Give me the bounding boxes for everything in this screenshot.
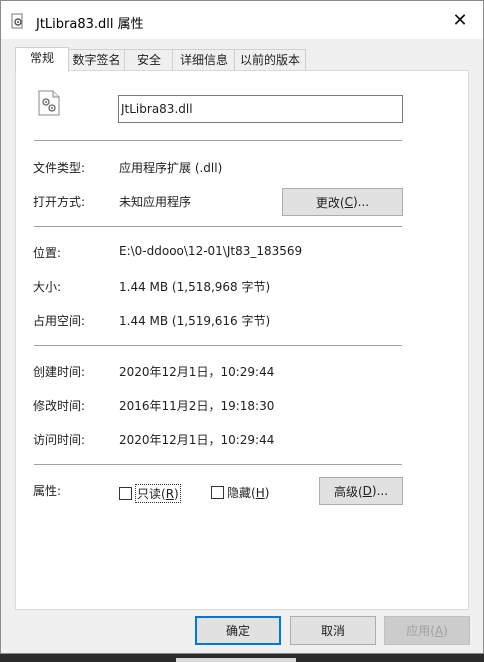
- title-bar[interactable]: JtLibra83.dll 属性 ✕: [1, 1, 483, 39]
- change-button[interactable]: 更改(C)...: [282, 188, 403, 216]
- tab-digital-signatures[interactable]: 数字签名: [67, 49, 126, 71]
- size-on-disk-value: 1.44 MB (1,519,616 字节): [119, 314, 271, 328]
- background-window-edge: [176, 658, 296, 662]
- modified-label: 修改时间:: [33, 399, 86, 413]
- readonly-checkbox[interactable]: 只读(R): [119, 484, 181, 503]
- separator: [34, 464, 402, 465]
- close-icon: ✕: [452, 9, 468, 31]
- hidden-checkbox-label: 隐藏(H): [227, 486, 270, 500]
- created-value: 2020年12月1日，10:29:44: [119, 365, 275, 379]
- opens-with-label: 打开方式:: [33, 195, 86, 209]
- close-button[interactable]: ✕: [437, 1, 483, 39]
- separator: [34, 140, 402, 141]
- size-value: 1.44 MB (1,518,968 字节): [119, 280, 271, 294]
- size-label: 大小:: [33, 280, 62, 294]
- modified-value: 2016年11月2日，19:18:30: [119, 399, 275, 413]
- attributes-label: 属性:: [33, 484, 62, 498]
- hidden-checkbox-box[interactable]: [211, 486, 224, 499]
- separator: [34, 226, 402, 227]
- properties-dialog: JtLibra83.dll 属性 ✕ 常规 数字签名 安全 详细信息 以前的版本…: [0, 0, 484, 654]
- separator: [34, 345, 402, 346]
- dll-file-icon: [38, 90, 60, 116]
- created-label: 创建时间:: [33, 365, 86, 379]
- location-value: E:\0-ddooo\12-01\Jt83_183569: [119, 244, 303, 258]
- size-on-disk-label: 占用空间:: [33, 314, 86, 328]
- apply-button[interactable]: 应用(A): [384, 616, 470, 645]
- readonly-checkbox-box[interactable]: [119, 487, 132, 500]
- tab-general[interactable]: 常规: [15, 47, 69, 72]
- window-title: JtLibra83.dll 属性: [36, 17, 144, 32]
- cancel-button[interactable]: 取消: [290, 616, 376, 645]
- tab-details[interactable]: 详细信息: [172, 49, 236, 71]
- location-label: 位置:: [33, 246, 62, 260]
- accessed-label: 访问时间:: [33, 433, 86, 447]
- advanced-button[interactable]: 高级(D)...: [319, 477, 403, 505]
- tab-security[interactable]: 安全: [124, 49, 174, 71]
- file-type-label: 文件类型:: [33, 161, 86, 175]
- readonly-checkbox-label: 只读(R): [135, 484, 181, 503]
- file-name-input[interactable]: [118, 95, 403, 123]
- file-type-value: 应用程序扩展 (.dll): [119, 161, 223, 175]
- ok-button[interactable]: 确定: [195, 616, 281, 645]
- settings-file-icon: [11, 13, 23, 29]
- accessed-value: 2020年12月1日，10:29:44: [119, 433, 275, 447]
- hidden-checkbox[interactable]: 隐藏(H): [211, 484, 269, 501]
- tab-previous-versions[interactable]: 以前的版本: [234, 49, 306, 71]
- opens-with-value: 未知应用程序: [119, 195, 192, 209]
- general-tab-panel: 文件类型: 应用程序扩展 (.dll) 打开方式: 未知应用程序 更改(C)..…: [15, 70, 469, 610]
